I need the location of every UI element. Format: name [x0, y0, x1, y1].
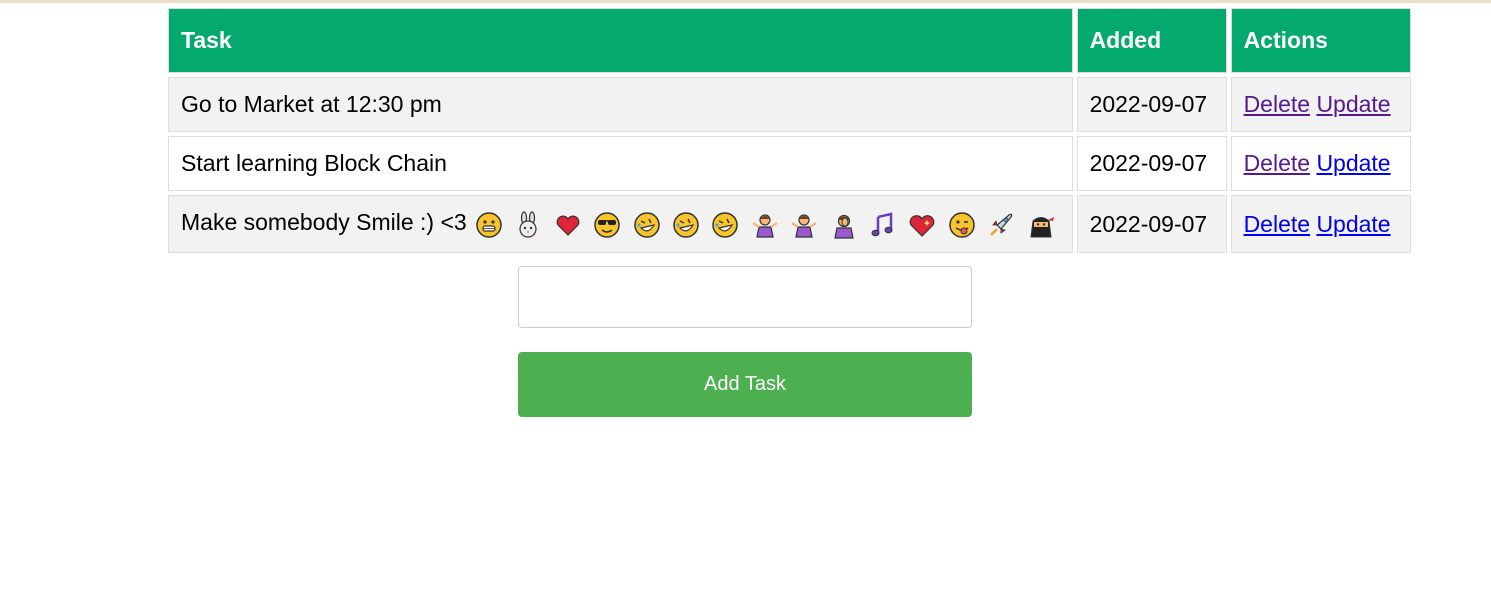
grinning-face-icon: [476, 211, 502, 238]
table-row: Start learning Block Chain 2022-09-07 De…: [168, 136, 1411, 191]
actions-cell: Delete Update: [1230, 195, 1411, 253]
rolling-laughing-face-icon: [633, 211, 660, 238]
header-added: Added: [1076, 8, 1227, 73]
update-link[interactable]: Update: [1316, 150, 1390, 176]
added-date-cell: 2022-09-07: [1076, 77, 1227, 132]
sparkling-heart-icon: [910, 214, 935, 237]
header-actions: Actions: [1230, 8, 1411, 73]
update-link[interactable]: Update: [1316, 211, 1390, 237]
table-row: Go to Market at 12:30 pm 2022-09-07 Dele…: [168, 77, 1411, 132]
table-header-row: Task Added Actions: [168, 8, 1411, 73]
rolling-laughing-face-icon: [673, 211, 699, 238]
new-task-input[interactable]: [518, 266, 972, 328]
task-cell: Start learning Block Chain: [168, 136, 1073, 191]
emoji-strip: [475, 210, 1059, 239]
woman-shrugging-icon: [752, 214, 778, 238]
actions-cell: Delete Update: [1230, 136, 1411, 191]
woman-shrugging-icon: [791, 214, 817, 238]
add-task-button[interactable]: Add Task: [518, 352, 972, 417]
task-cell: Make somebody Smile :) <3: [168, 195, 1073, 253]
tasks-table: Task Added Actions Go to Market at 12:30…: [164, 4, 1415, 257]
woman-facepalming-icon: [833, 214, 854, 239]
actions-cell: Delete Update: [1230, 77, 1411, 132]
rolling-laughing-face-icon: [712, 211, 739, 238]
table-row: Make somebody Smile :) <3 2022-09-07 Del…: [168, 195, 1411, 253]
update-link[interactable]: Update: [1316, 91, 1390, 117]
sunglasses-face-icon: [594, 211, 621, 238]
winking-tongue-face-icon: [949, 211, 975, 238]
delete-link[interactable]: Delete: [1244, 91, 1310, 117]
browser-top-border: [0, 0, 1491, 3]
rabbit-icon: [519, 211, 538, 238]
rocket-icon: [990, 213, 1013, 236]
delete-link[interactable]: Delete: [1244, 150, 1310, 176]
ninja-icon: [1029, 216, 1054, 238]
delete-link[interactable]: Delete: [1244, 211, 1310, 237]
task-text: Make somebody Smile :) <3: [181, 209, 467, 236]
red-heart-icon: [556, 215, 580, 236]
added-date-cell: 2022-09-07: [1076, 195, 1227, 253]
musical-notes-icon: [871, 212, 893, 236]
header-task: Task: [168, 8, 1073, 73]
added-date-cell: 2022-09-07: [1076, 136, 1227, 191]
task-cell: Go to Market at 12:30 pm: [168, 77, 1073, 132]
